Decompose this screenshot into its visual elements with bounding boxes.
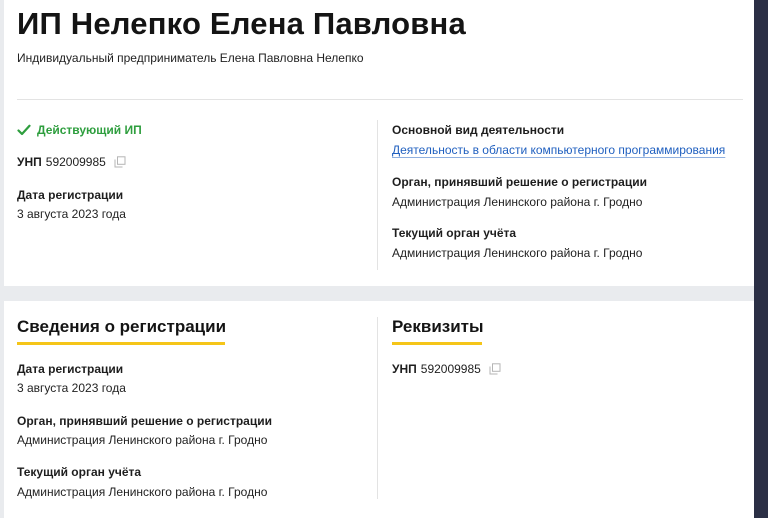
checkmark-icon [17,124,31,136]
requisites-unp-field: УНП 592009985 [392,362,501,376]
details-column-divider [377,317,378,499]
details-card: Сведения о регистрации Дата регистрации … [4,301,754,518]
requisites-section-title: Реквизиты [392,317,484,336]
page: ИП Нелепко Елена Павловна Индивидуальный… [0,0,768,518]
registration-authority-value: Администрация Ленинского района г. Гродн… [17,433,268,447]
registration-tax-label: Текущий орган учёта [17,465,142,479]
reg-date-label: Дата регистрации [17,188,124,202]
tax-authority-label: Текущий орган учёта [392,226,517,240]
summary-card: ИП Нелепко Елена Павловна Индивидуальный… [4,0,754,286]
copy-icon[interactable] [489,363,501,375]
registration-title-underline [17,342,225,345]
activity-link[interactable]: Деятельность в области компьютерного про… [392,143,725,157]
registration-section-title: Сведения о регистрации [17,317,227,336]
unp-value: 592009985 [45,155,106,169]
registration-tax-value: Администрация Ленинского района г. Гродн… [17,485,268,499]
activity-label: Основной вид деятельности [392,123,565,137]
authority-label: Орган, принявший решение о регистрации [392,175,647,189]
status-badge: Действующий ИП [17,123,142,137]
requisites-title-underline [392,342,482,345]
window-edge [754,0,768,518]
column-divider [377,120,378,270]
page-title: ИП Нелепко Елена Павловна [17,6,466,41]
unp-field: УНП 592009985 [17,155,126,169]
status-label: Действующий ИП [37,123,142,137]
reg-date-value: 3 августа 2023 года [17,207,126,221]
page-subtitle: Индивидуальный предприниматель Елена Пав… [17,51,364,65]
registration-date-value: 3 августа 2023 года [17,381,126,395]
copy-icon[interactable] [114,156,126,168]
tax-authority-value: Администрация Ленинского района г. Гродн… [392,246,643,260]
unp-label: УНП [17,155,42,169]
authority-value: Администрация Ленинского района г. Гродн… [392,195,643,209]
requisites-unp-value: 592009985 [420,362,481,376]
requisites-unp-label: УНП [392,362,417,376]
registration-authority-label: Орган, принявший решение о регистрации [17,414,272,428]
header-divider [17,99,743,100]
registration-date-label: Дата регистрации [17,362,124,376]
